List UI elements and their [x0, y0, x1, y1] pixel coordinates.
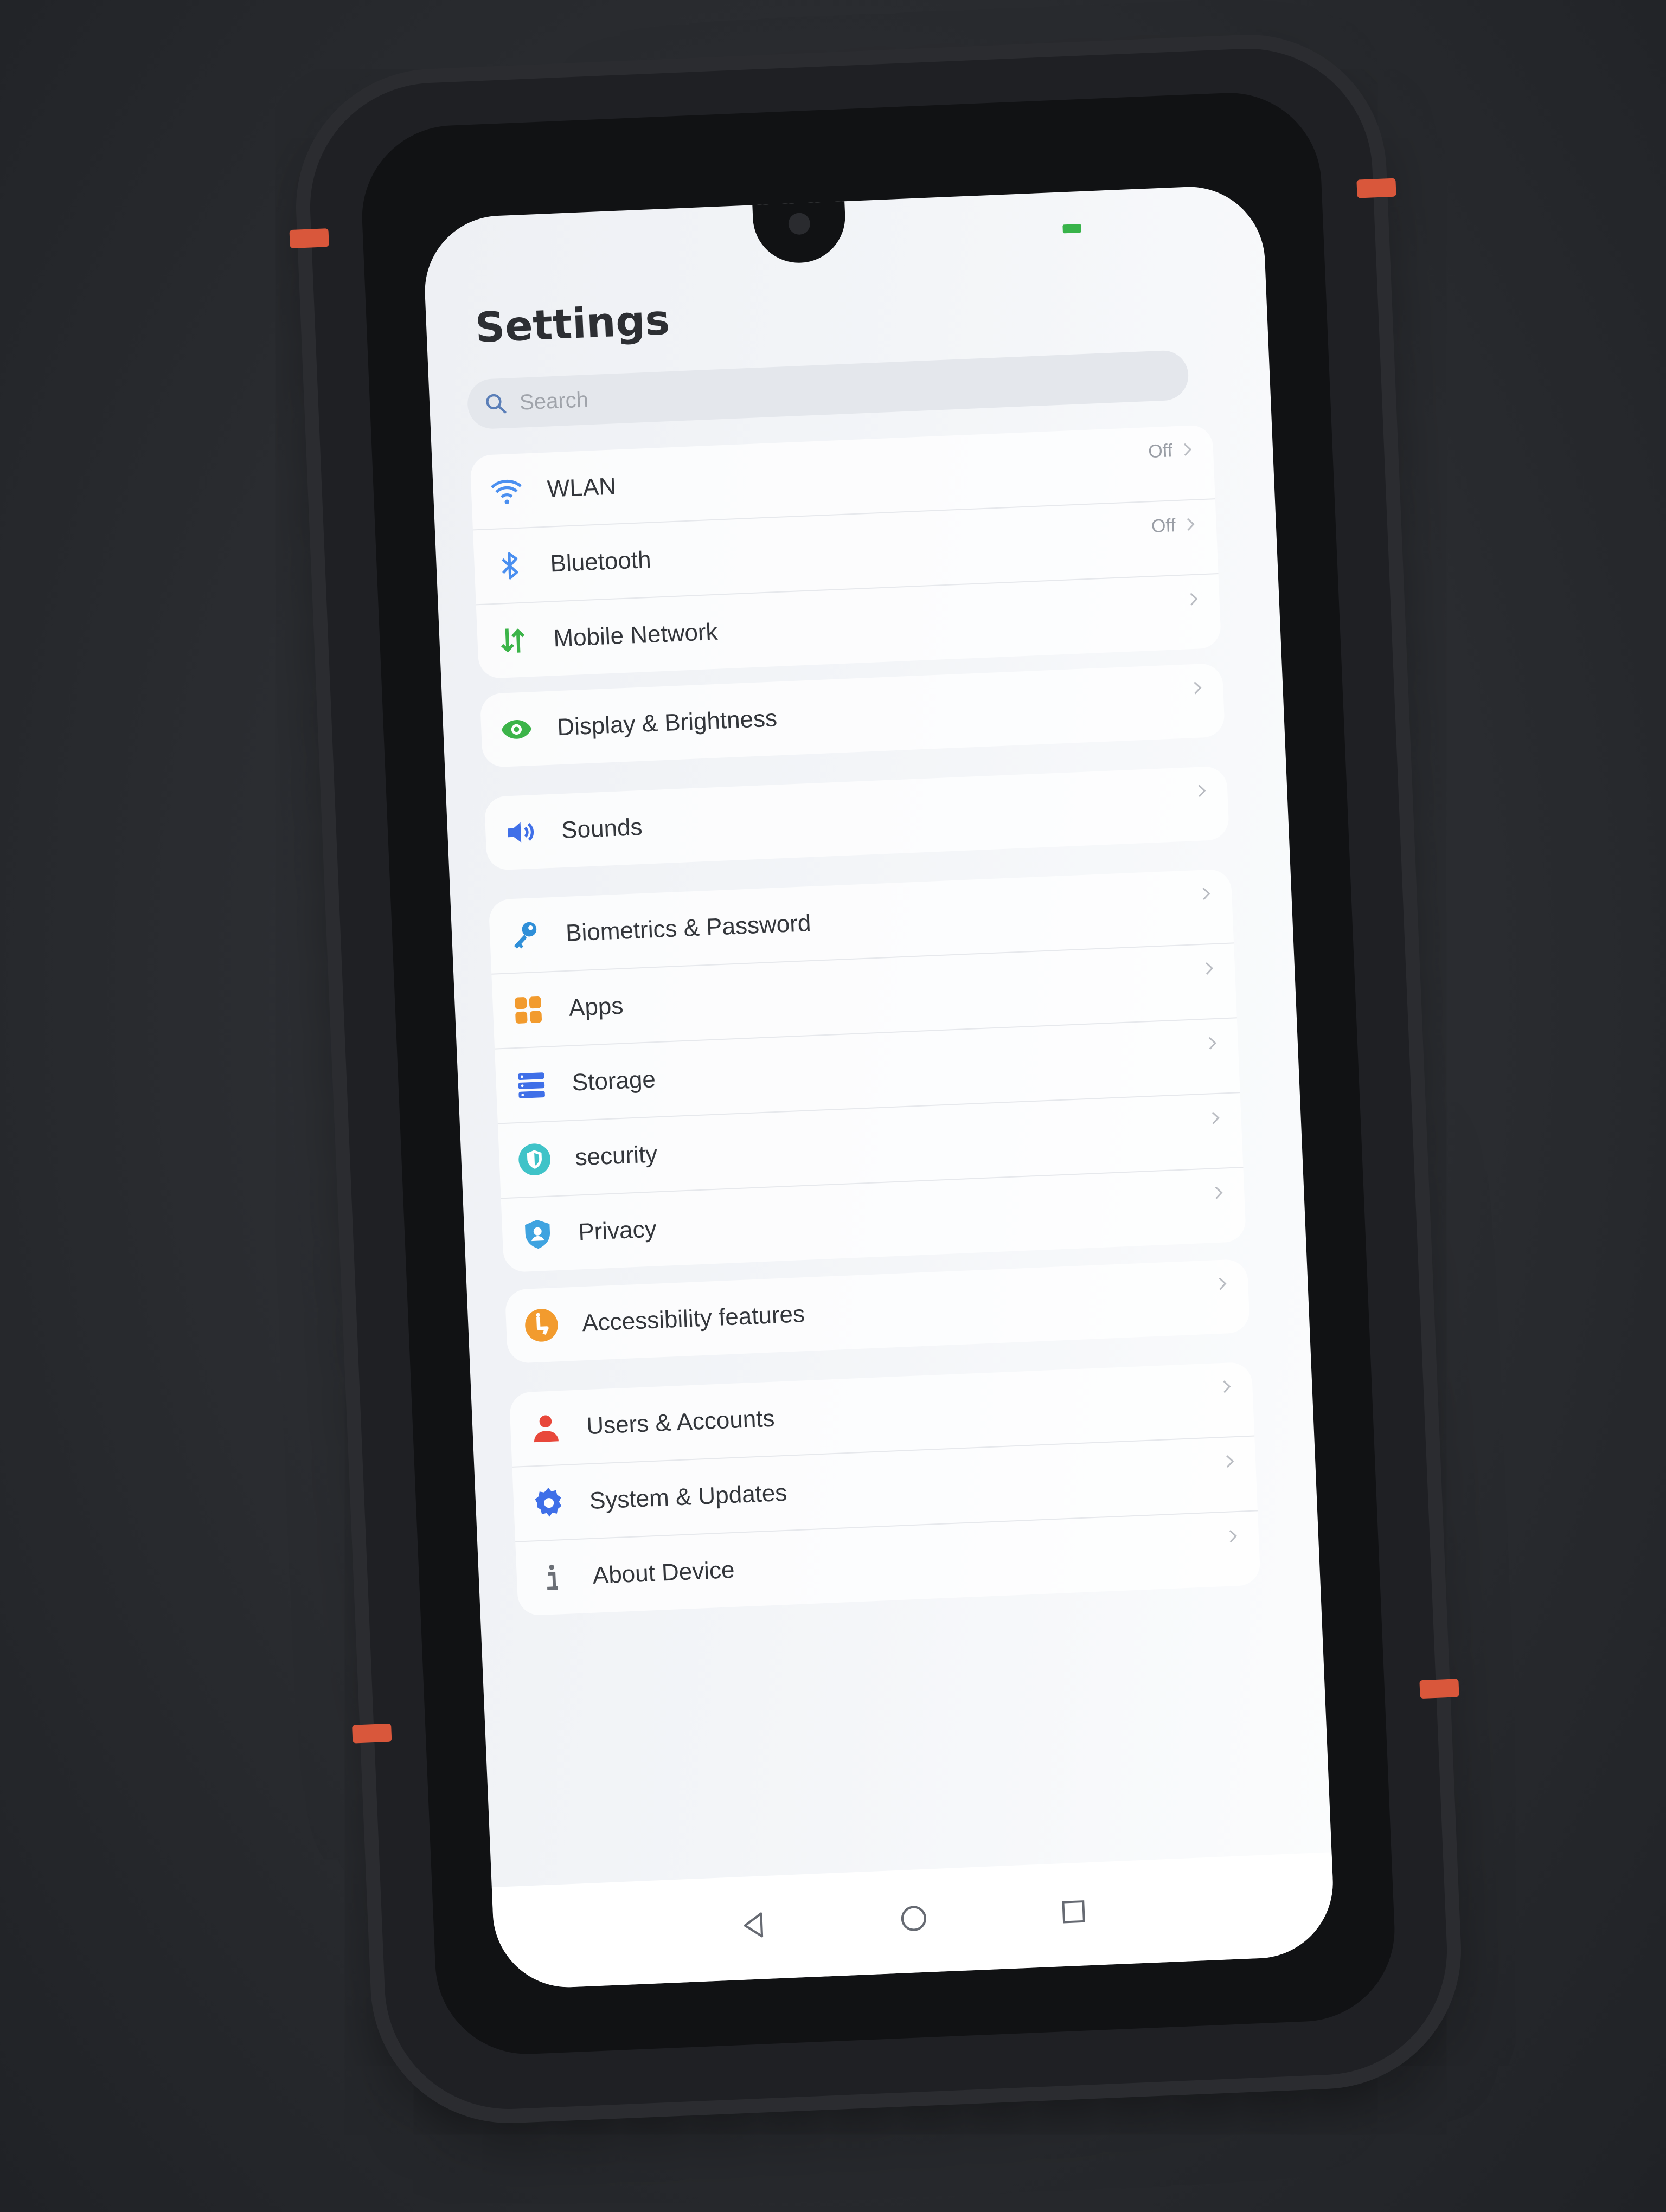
back-triangle-icon — [744, 1912, 764, 1938]
settings-item-sounds[interactable]: Sounds — [484, 766, 1229, 871]
chevron-right-icon — [1223, 1380, 1231, 1393]
status-value: Off — [1148, 440, 1173, 462]
chevron-right-icon — [1229, 1529, 1238, 1543]
shield-icon — [515, 1140, 554, 1179]
home-button[interactable] — [894, 1899, 933, 1938]
chevron-right-icon — [1202, 888, 1210, 901]
settings-item-display-brightness[interactable]: Display & Brightness — [480, 663, 1225, 768]
home-circle-icon — [901, 1906, 927, 1931]
case-marker — [352, 1723, 392, 1744]
gear-icon — [529, 1483, 569, 1523]
privacy-shield-icon — [518, 1214, 558, 1254]
storage-icon — [511, 1065, 551, 1104]
settings-item-label: Bluetooth — [549, 546, 652, 577]
chevron-right-icon — [1219, 1277, 1227, 1290]
settings-item-label: Biometrics & Password — [565, 909, 812, 947]
eye-icon — [497, 710, 536, 749]
settings-item-label: Storage — [571, 1066, 656, 1096]
chevron-right-icon — [1187, 518, 1195, 531]
chevron-right-icon — [1183, 443, 1192, 456]
settings-item-label: System & Updates — [589, 1479, 788, 1514]
case-marker — [289, 228, 329, 249]
key-icon — [505, 916, 545, 955]
recents-button[interactable] — [1054, 1892, 1093, 1932]
user-icon — [526, 1409, 566, 1448]
battery-indicator-icon — [1062, 223, 1081, 234]
phone-body: Settings WLAN Off — [358, 89, 1399, 2058]
settings-item-label: Apps — [568, 992, 624, 1021]
settings-group-accessibility: Accessibility features — [504, 1258, 1251, 1364]
settings-group-display: Display & Brightness — [479, 663, 1226, 768]
accessibility-icon — [522, 1306, 561, 1345]
settings-item-label: Display & Brightness — [556, 705, 778, 741]
speaker-icon — [501, 813, 541, 852]
settings-item-label: Users & Accounts — [586, 1405, 776, 1440]
settings-item-label: WLAN — [546, 473, 617, 503]
settings-item-accessibility[interactable]: Accessibility features — [505, 1259, 1250, 1364]
back-button[interactable] — [734, 1906, 774, 1945]
recents-square-icon — [1062, 1900, 1085, 1924]
chevron-right-icon — [1215, 1186, 1223, 1199]
phone-case: Settings WLAN Off — [289, 43, 1459, 2114]
page-title: Settings — [474, 295, 671, 352]
chevron-right-icon — [1198, 785, 1206, 798]
settings-item-label: About Device — [592, 1556, 735, 1589]
search-icon — [486, 394, 507, 414]
wifi-icon — [487, 471, 527, 511]
system-navigation-bar — [491, 1852, 1336, 1991]
settings-item-label: Mobile Network — [553, 618, 719, 652]
settings-group-device: Biometrics & Password Apps Storage secur… — [488, 869, 1247, 1273]
settings-group-connectivity: WLAN Off Bluetooth Off Mobile Network — [470, 425, 1222, 679]
chevron-right-icon — [1190, 593, 1198, 606]
chevron-right-icon — [1212, 1111, 1220, 1124]
info-icon — [533, 1558, 572, 1598]
settings-group-sounds: Sounds — [484, 766, 1230, 871]
status-value: Off — [1151, 515, 1176, 537]
settings-item-label: Accessibility features — [581, 1301, 805, 1337]
bluetooth-icon — [490, 546, 529, 586]
screen: Settings WLAN Off — [421, 183, 1336, 1991]
notch — [752, 196, 847, 265]
settings-item-label: Privacy — [578, 1216, 657, 1246]
chevron-right-icon — [1206, 962, 1214, 975]
search-bar[interactable] — [466, 349, 1190, 430]
case-marker — [1419, 1679, 1459, 1699]
settings-item-label: security — [574, 1141, 658, 1171]
settings-item-label: Sounds — [561, 813, 643, 844]
chevron-right-icon — [1226, 1455, 1234, 1468]
chevron-right-icon — [1194, 681, 1202, 695]
front-camera — [788, 212, 811, 235]
chevron-right-icon — [1208, 1037, 1216, 1050]
settings-group-system: Users & Accounts System & Updates About … — [509, 1361, 1261, 1616]
apps-grid-icon — [509, 991, 548, 1030]
case-marker — [1356, 178, 1396, 198]
mobile-data-icon — [493, 621, 533, 660]
search-input[interactable] — [518, 364, 1118, 416]
